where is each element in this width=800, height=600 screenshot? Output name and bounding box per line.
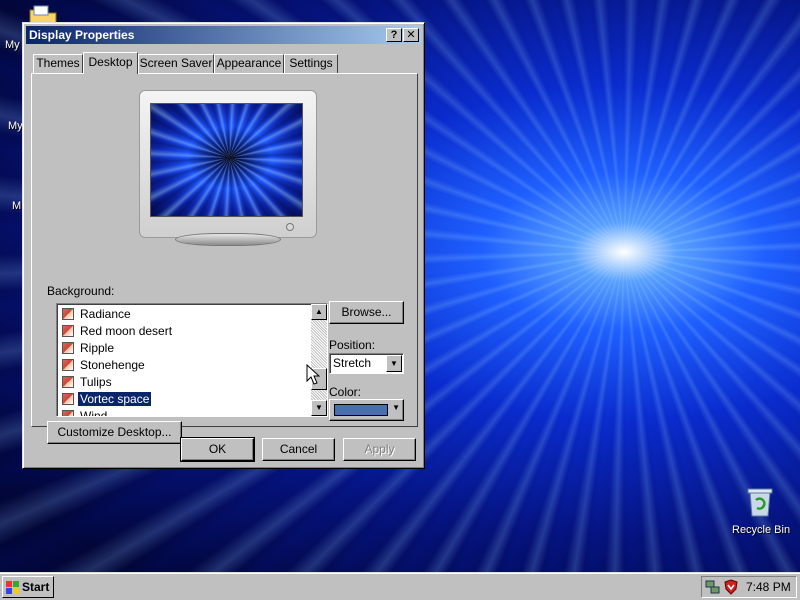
- network-icon[interactable]: [705, 579, 721, 595]
- button-label: Browse...: [341, 305, 392, 319]
- list-item-label: Radiance: [80, 307, 131, 321]
- list-item-label: Tulips: [80, 375, 112, 389]
- tab-label: Settings: [289, 56, 333, 70]
- monitor-stand: [175, 233, 281, 246]
- image-file-icon: [62, 308, 74, 320]
- close-button[interactable]: ✕: [403, 28, 419, 42]
- list-item[interactable]: Ripple: [62, 340, 116, 356]
- color-swatch: [334, 404, 388, 416]
- image-file-icon: [62, 410, 74, 416]
- image-file-icon: [62, 359, 74, 371]
- start-button[interactable]: Start: [2, 576, 54, 598]
- chevron-down-icon: ▼: [390, 359, 398, 368]
- tab-settings[interactable]: Settings: [284, 54, 338, 73]
- image-file-icon: [62, 393, 74, 405]
- desktop-icon-label: My: [5, 39, 20, 51]
- monitor-bezel: [139, 90, 317, 238]
- browse-button[interactable]: Browse...: [329, 301, 404, 324]
- button-label: Customize Desktop...: [57, 425, 172, 439]
- background-listbox[interactable]: Radiance Red moon desert Ripple Stonehen…: [56, 303, 328, 417]
- chevron-down-icon: ▼: [392, 403, 400, 412]
- tab-label: Desktop: [88, 55, 133, 69]
- position-label: Position:: [329, 338, 376, 352]
- list-item-label: Red moon desert: [80, 324, 173, 338]
- desktop-icon-label: M: [12, 200, 22, 212]
- tab-label: Appearance: [216, 56, 282, 70]
- tab-themes[interactable]: Themes: [33, 54, 83, 73]
- tab-label: Screen Saver: [139, 56, 213, 70]
- taskbar: Start 7:48 PM: [0, 572, 800, 600]
- color-picker-button[interactable]: ▼: [329, 399, 404, 421]
- customize-desktop-button[interactable]: Customize Desktop...: [47, 421, 182, 444]
- tab-label: Themes: [36, 56, 80, 70]
- windows-logo-icon: [6, 581, 19, 594]
- list-item-label: Vortec space: [76, 391, 153, 407]
- recycle-bin-icon: [747, 488, 773, 517]
- image-file-icon: [62, 376, 74, 388]
- mouse-cursor-icon: [306, 364, 320, 385]
- close-icon: ✕: [406, 29, 416, 41]
- image-file-icon: [62, 325, 74, 337]
- help-icon: ?: [390, 29, 398, 41]
- position-value: Stretch: [333, 356, 372, 370]
- arrow-up-icon: ▲: [315, 307, 323, 316]
- ok-button[interactable]: OK: [180, 437, 255, 462]
- desktop-icon-label: My: [8, 120, 23, 132]
- apply-button[interactable]: Apply: [343, 438, 416, 461]
- button-label: Cancel: [279, 442, 318, 456]
- clock[interactable]: 7:48 PM: [746, 580, 791, 594]
- list-item[interactable]: Radiance: [62, 306, 133, 322]
- position-dropdown-button[interactable]: ▼: [386, 355, 402, 372]
- button-label: Apply: [364, 442, 395, 456]
- list-item-label: Wind: [80, 409, 108, 417]
- tab-desktop[interactable]: Desktop: [83, 52, 138, 74]
- arrow-down-icon: ▼: [315, 403, 323, 412]
- display-properties-window: Display Properties ? ✕ Themes Desktop Sc…: [22, 22, 425, 469]
- scroll-up-button[interactable]: ▲: [311, 304, 327, 320]
- list-item[interactable]: Tulips: [62, 374, 114, 390]
- position-select[interactable]: Stretch ▼: [329, 353, 404, 374]
- system-tray: 7:48 PM: [701, 576, 797, 598]
- desktop-icon-label: Recycle Bin: [732, 524, 791, 536]
- image-file-icon: [62, 342, 74, 354]
- color-label: Color:: [329, 385, 362, 399]
- wallpaper-preview: [150, 103, 303, 217]
- button-label: OK: [208, 442, 227, 456]
- list-item[interactable]: Stonehenge: [62, 357, 147, 373]
- list-item[interactable]: Wind: [62, 408, 109, 417]
- monitor-preview: [139, 90, 317, 250]
- tab-appearance[interactable]: Appearance: [214, 54, 284, 73]
- window-title: Display Properties: [29, 28, 135, 42]
- list-item-label: Ripple: [80, 341, 115, 355]
- list-item-label: Stonehenge: [80, 358, 145, 372]
- desktop-icon-recycle-bin[interactable]: Recycle Bin: [726, 486, 798, 542]
- power-led-icon: [286, 223, 294, 231]
- start-label: Start: [22, 580, 50, 594]
- desktop-icon-my-computer[interactable]: My: [4, 110, 24, 140]
- scroll-down-button[interactable]: ▼: [311, 400, 327, 416]
- tab-screen-saver[interactable]: Screen Saver: [138, 54, 214, 73]
- desktop-tab-panel: Background: Radiance Red moon desert Rip…: [31, 73, 418, 444]
- list-item-selected[interactable]: Vortec space: [62, 391, 153, 407]
- list-item[interactable]: Red moon desert: [62, 323, 174, 339]
- cancel-button[interactable]: Cancel: [262, 438, 335, 461]
- list-scrollbar[interactable]: ▲ ▼: [311, 304, 327, 416]
- title-bar[interactable]: Display Properties ? ✕: [26, 26, 421, 44]
- background-label: Background:: [47, 284, 115, 298]
- security-shield-icon[interactable]: [723, 579, 739, 595]
- help-button[interactable]: ?: [386, 28, 402, 42]
- desktop-icon-my-network[interactable]: M: [4, 190, 24, 220]
